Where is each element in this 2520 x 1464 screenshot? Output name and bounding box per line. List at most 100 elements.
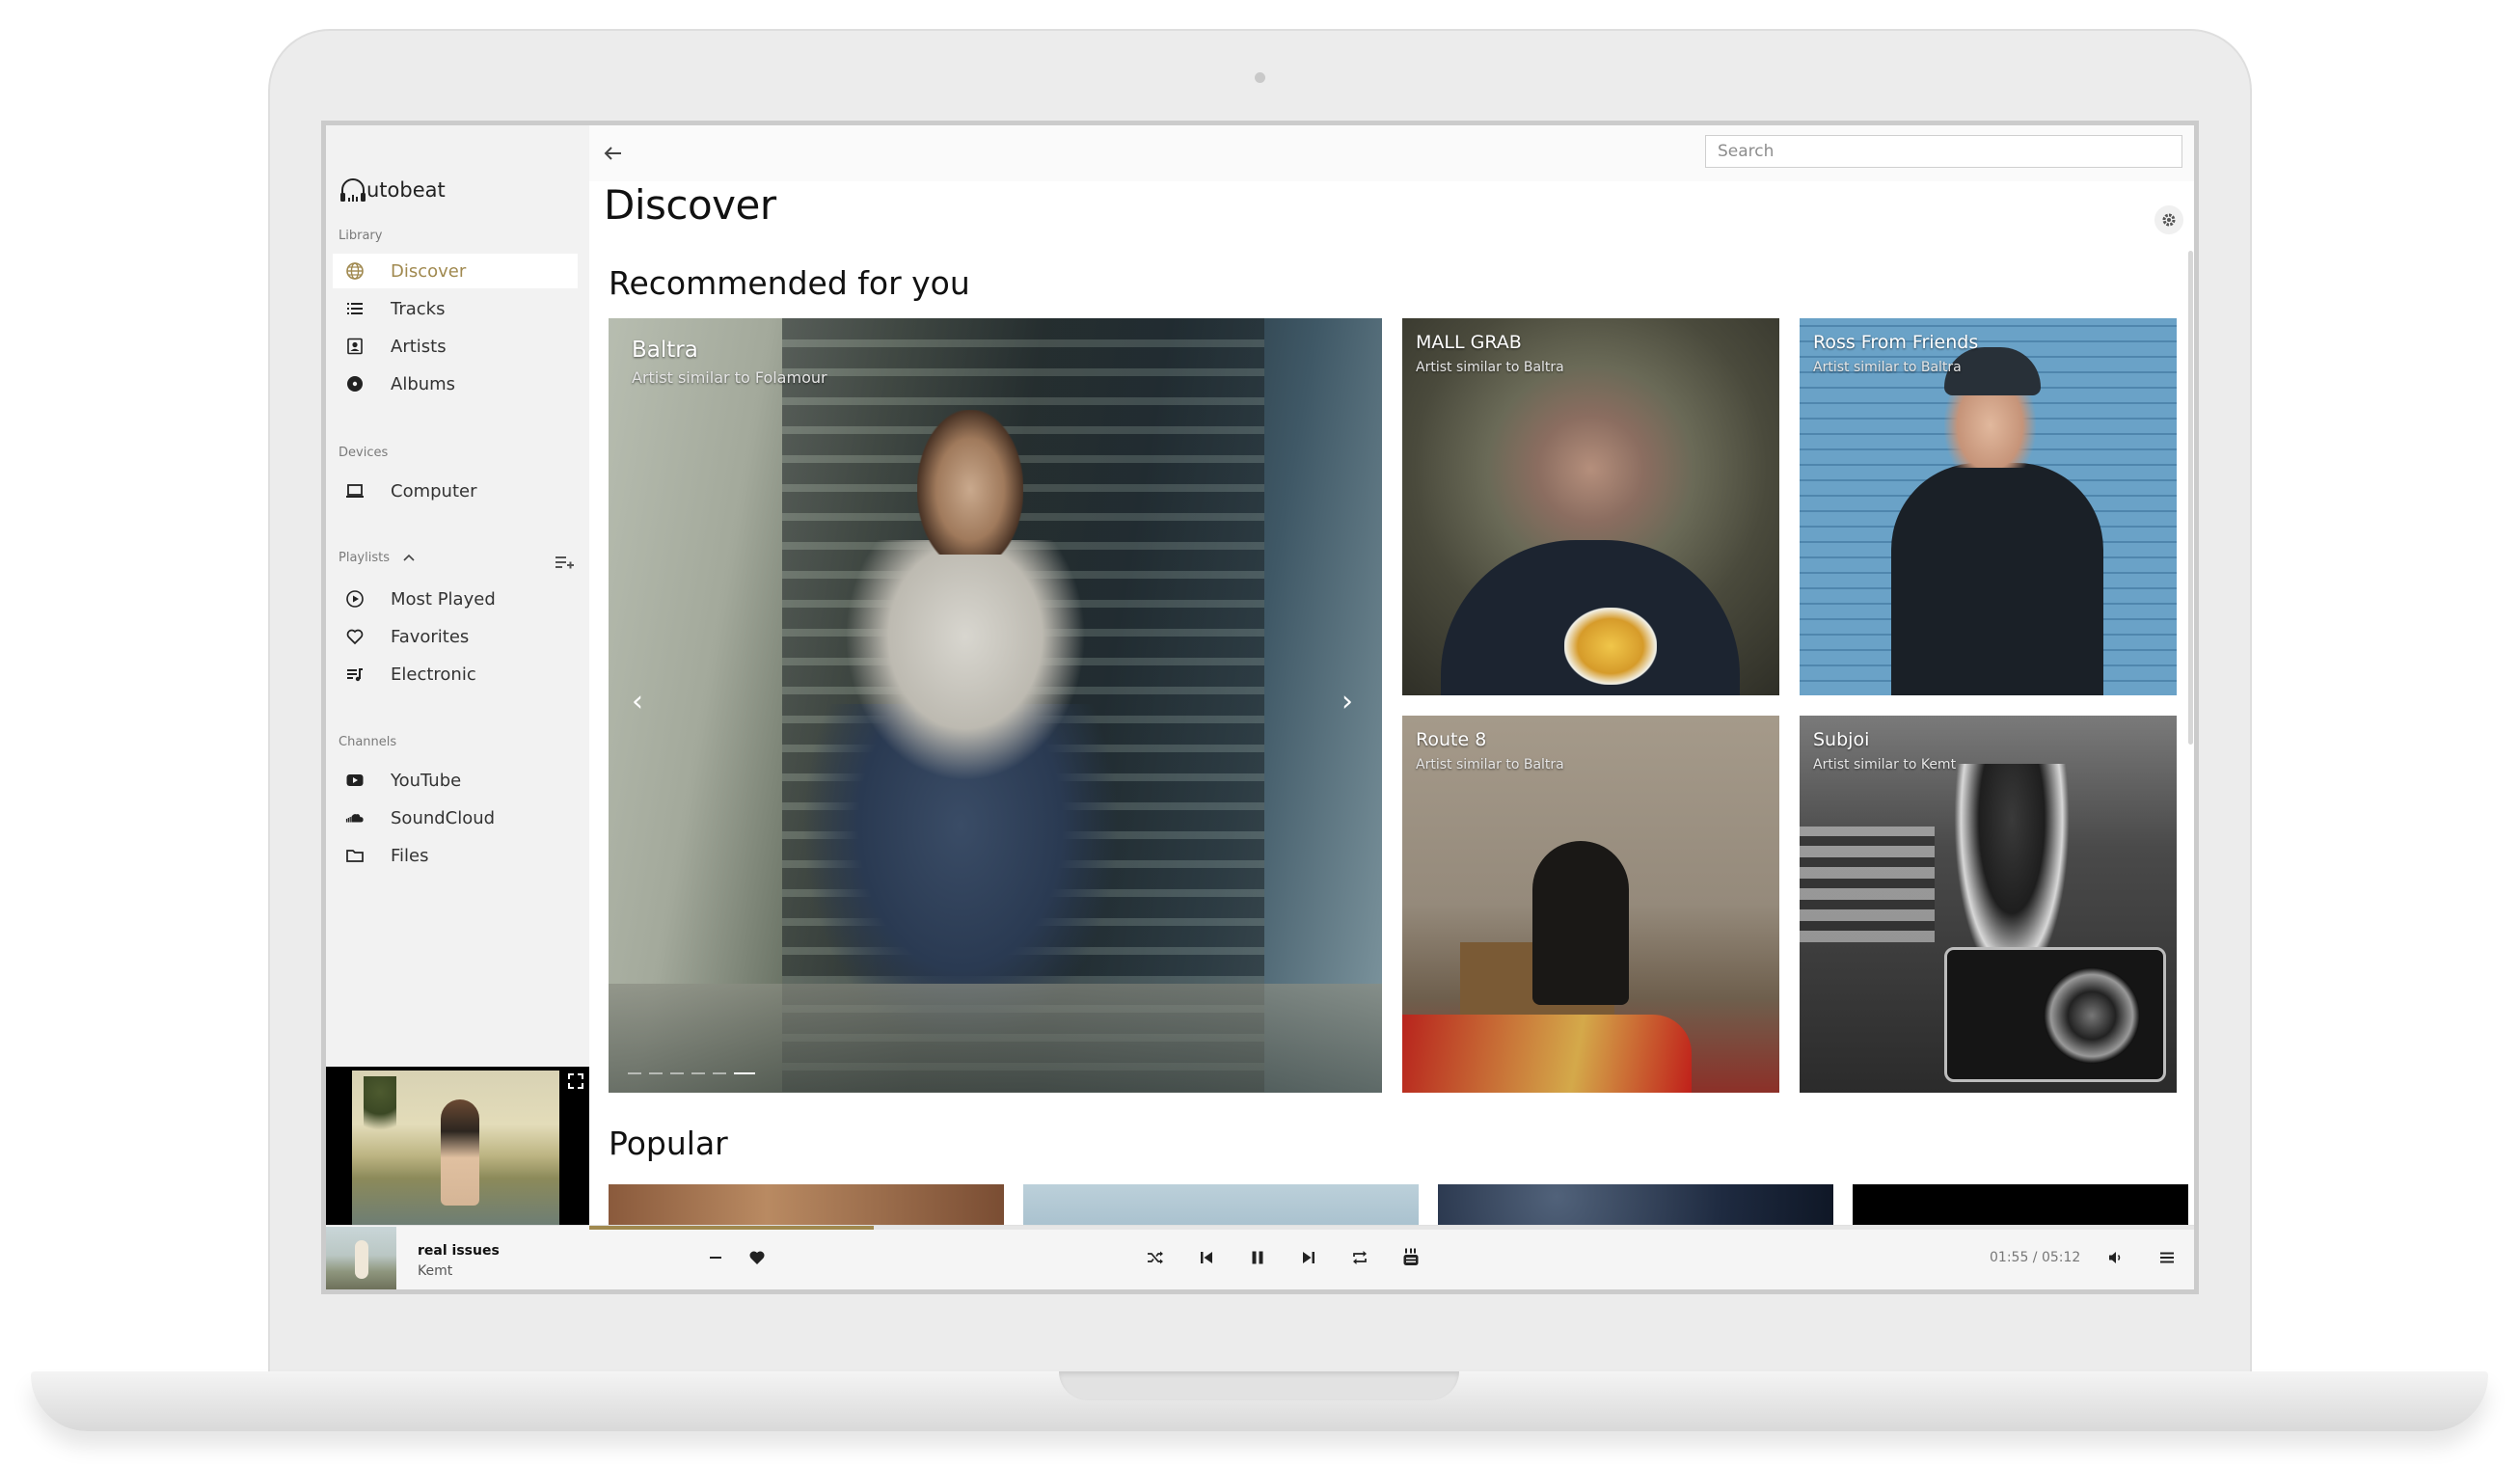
- queue-music-icon: [345, 664, 365, 684]
- playback-time: 01:55 / 05:12: [1990, 1250, 2081, 1265]
- menu-icon[interactable]: [2156, 1247, 2178, 1268]
- sidebar: utobeat Library Discover Tracks Artists: [326, 125, 589, 1067]
- sidebar-item-most-played[interactable]: Most Played: [333, 582, 578, 616]
- video-thumbnail: [352, 1071, 559, 1225]
- artist-subtitle: Artist similar to Baltra: [1813, 360, 1962, 375]
- sidebar-item-label: Computer: [391, 480, 477, 502]
- carousel-indicators[interactable]: [628, 1072, 755, 1074]
- scrollbar[interactable]: [2188, 251, 2193, 745]
- remove-icon[interactable]: [705, 1247, 726, 1268]
- library-label: Library: [339, 229, 383, 243]
- repeat-icon[interactable]: [1349, 1247, 1370, 1268]
- app-logo[interactable]: utobeat: [339, 176, 446, 204]
- artist-name: Baltra: [632, 338, 698, 363]
- artist-name: Ross From Friends: [1813, 332, 1979, 353]
- soundcloud-icon: [345, 808, 365, 827]
- shuffle-icon[interactable]: [1145, 1247, 1166, 1268]
- carousel-dot[interactable]: [649, 1072, 663, 1074]
- artist-name: Route 8: [1416, 729, 1487, 750]
- sidebar-item-label: SoundCloud: [391, 807, 496, 828]
- disc-icon: [345, 374, 365, 393]
- skip-previous-icon[interactable]: [1196, 1247, 1217, 1268]
- list-icon: [345, 299, 365, 318]
- sidebar-item-youtube[interactable]: YouTube: [333, 763, 578, 798]
- laptop-icon: [345, 481, 365, 501]
- sidebar-item-files[interactable]: Files: [333, 838, 578, 873]
- sidebar-item-favorites[interactable]: Favorites: [333, 619, 578, 654]
- youtube-icon: [345, 771, 365, 790]
- sidebar-item-label: Files: [391, 845, 429, 866]
- skip-next-icon[interactable]: [1298, 1247, 1319, 1268]
- sidebar-item-label: Discover: [391, 260, 467, 282]
- play-circle-icon: [345, 589, 365, 609]
- sidebar-item-tracks[interactable]: Tracks: [333, 291, 578, 326]
- devices-label: Devices: [339, 446, 389, 460]
- recommended-heading: Recommended for you: [609, 264, 970, 302]
- artist-card[interactable]: Subjoi Artist similar to Kemt: [1800, 716, 2177, 1093]
- search-input[interactable]: [1705, 135, 2182, 168]
- playlists-header[interactable]: Playlists: [339, 551, 415, 565]
- back-arrow-icon[interactable]: [601, 141, 626, 166]
- popular-card[interactable]: [1023, 1184, 1419, 1225]
- popular-card[interactable]: [1438, 1184, 1833, 1225]
- sidebar-item-label: Electronic: [391, 664, 476, 685]
- sidebar-item-artists[interactable]: Artists: [333, 329, 578, 364]
- gear-icon[interactable]: [2154, 205, 2183, 234]
- sidebar-item-discover[interactable]: Discover: [333, 254, 578, 288]
- app-window: utobeat Library Discover Tracks Artists: [321, 121, 2199, 1294]
- laptop-camera: [1255, 72, 1265, 83]
- volume-icon[interactable]: [2105, 1247, 2127, 1268]
- sidebar-item-label: Tracks: [391, 298, 446, 319]
- sidebar-item-computer[interactable]: Computer: [333, 474, 578, 508]
- chevron-up-icon[interactable]: [403, 551, 415, 565]
- headphones-icon: [340, 178, 366, 202]
- top-bar: [589, 125, 2194, 181]
- artist-subtitle: Artist similar to Baltra: [1416, 757, 1564, 773]
- contact-icon: [345, 337, 365, 356]
- carousel-dot[interactable]: [734, 1072, 755, 1074]
- laptop-notch: [1059, 1371, 1459, 1400]
- carousel-next-icon[interactable]: ›: [1341, 685, 1353, 718]
- channels-label: Channels: [339, 735, 397, 749]
- carousel-prev-icon[interactable]: ‹: [632, 685, 643, 718]
- track-artist[interactable]: Kemt: [418, 1263, 452, 1279]
- carousel-dot[interactable]: [691, 1072, 705, 1074]
- carousel-dot[interactable]: [628, 1072, 641, 1074]
- pause-icon[interactable]: [1247, 1247, 1268, 1268]
- now-playing-thumbnail[interactable]: [326, 1227, 396, 1289]
- page-title: Discover: [604, 181, 776, 229]
- main-content: Discover Recommended for you Baltra Arti…: [589, 125, 2194, 1225]
- popular-heading: Popular: [609, 1125, 728, 1162]
- carousel-dot[interactable]: [713, 1072, 726, 1074]
- youtube-icon[interactable]: [1400, 1247, 1422, 1268]
- track-title[interactable]: real issues: [418, 1243, 500, 1259]
- sidebar-item-label: YouTube: [391, 770, 462, 791]
- heart-outline-icon: [345, 627, 365, 646]
- playlists-label: Playlists: [339, 551, 390, 565]
- progress-fill: [589, 1226, 874, 1230]
- app-logo-text: utobeat: [366, 178, 446, 202]
- artist-name: Subjoi: [1813, 729, 1870, 750]
- fullscreen-icon[interactable]: [567, 1072, 584, 1090]
- featured-artist-card[interactable]: Baltra Artist similar to Folamour ‹ ›: [609, 318, 1382, 1093]
- artist-card[interactable]: MALL GRAB Artist similar to Baltra: [1402, 318, 1779, 695]
- sidebar-item-electronic[interactable]: Electronic: [333, 657, 578, 691]
- popular-card[interactable]: [609, 1184, 1004, 1225]
- progress-bar[interactable]: [589, 1226, 2194, 1230]
- artist-card[interactable]: Ross From Friends Artist similar to Balt…: [1800, 318, 2177, 695]
- sidebar-item-label: Artists: [391, 336, 447, 357]
- globe-icon: [345, 261, 365, 281]
- sidebar-item-label: Albums: [391, 373, 456, 394]
- mini-video-player[interactable]: [326, 1067, 589, 1225]
- carousel-dot[interactable]: [670, 1072, 684, 1074]
- artist-subtitle: Artist similar to Baltra: [1416, 360, 1564, 375]
- folder-icon: [345, 846, 365, 865]
- sidebar-item-soundcloud[interactable]: SoundCloud: [333, 800, 578, 835]
- heart-icon[interactable]: [746, 1247, 768, 1268]
- sidebar-item-albums[interactable]: Albums: [333, 366, 578, 401]
- artist-name: MALL GRAB: [1416, 332, 1522, 353]
- artist-subtitle: Artist similar to Kemt: [1813, 757, 1957, 773]
- artist-card[interactable]: Route 8 Artist similar to Baltra: [1402, 716, 1779, 1093]
- popular-card[interactable]: [1853, 1184, 2188, 1225]
- add-playlist-icon[interactable]: [554, 552, 575, 573]
